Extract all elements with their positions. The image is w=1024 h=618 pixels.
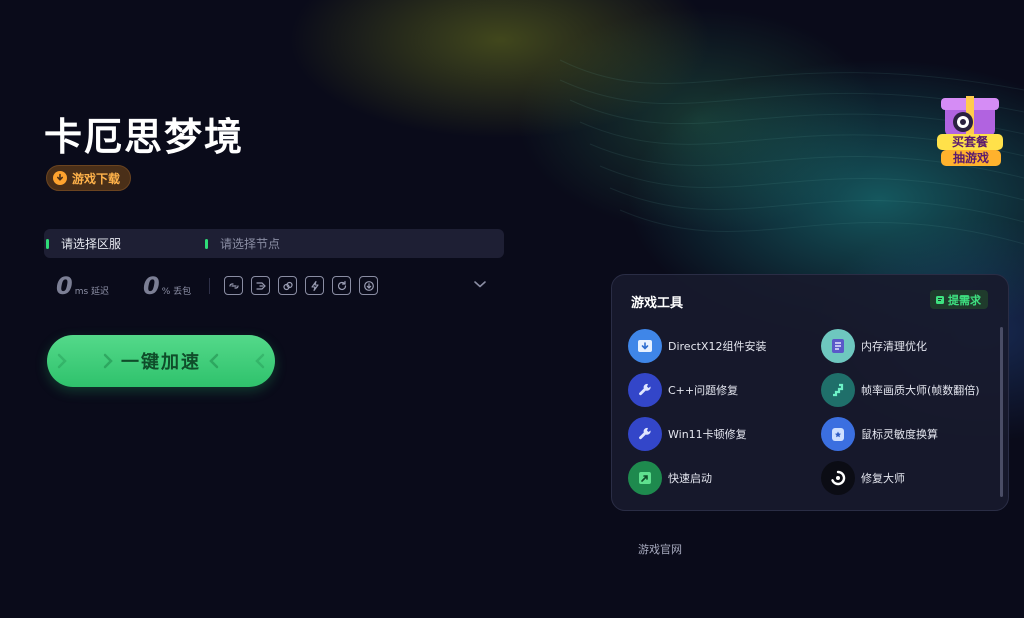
link-icon[interactable]	[224, 276, 243, 295]
node-indicator	[205, 238, 208, 249]
download-label: 游戏下载	[72, 171, 121, 186]
tool-item-label: 内存清理优化	[861, 340, 927, 353]
tool-item-label: 快速启动	[668, 472, 712, 485]
server-select[interactable]: 请选择区服	[44, 229, 205, 258]
packet-loss-stat: 0 % 丢包	[143, 272, 191, 300]
server-select-label: 请选择区服	[61, 237, 122, 251]
tool-item-memory-clean[interactable]: 内存清理优化	[821, 329, 927, 363]
game-title: 卡厄思梦境	[44, 115, 245, 159]
tool-item-label: 修复大师	[861, 472, 905, 485]
download-icon[interactable]	[359, 276, 378, 295]
tool-item-quick-launch[interactable]: 快速启动	[628, 461, 712, 495]
node-select-label: 请选择节点	[220, 237, 281, 251]
tool-item-mouse-sensitivity[interactable]: 鼠标灵敏度换算	[821, 417, 938, 451]
request-icon	[936, 295, 944, 304]
tool-item-directx[interactable]: DirectX12组件安装	[628, 329, 766, 363]
tool-item-label: Win11卡顿修复	[668, 428, 747, 441]
tools-scrollbar[interactable]	[1000, 327, 1003, 497]
directx-icon	[628, 329, 662, 363]
refresh-icon[interactable]	[332, 276, 351, 295]
chevron-right-icon	[57, 353, 67, 369]
latency-unit: ms 延迟	[74, 287, 110, 297]
tool-item-label: 帧率画质大师(帧数翻倍)	[861, 384, 980, 397]
chevron-right-icon	[103, 353, 113, 369]
chevron-left-icon	[209, 353, 219, 369]
latency-stat: 0 ms 延迟	[56, 272, 109, 300]
chevron-down-icon[interactable]	[473, 278, 487, 290]
tool-item-frame-rate[interactable]: 帧率画质大师(帧数翻倍)	[821, 373, 980, 407]
tool-item-label: 鼠标灵敏度换算	[861, 428, 938, 441]
tool-item-repair-master[interactable]: 修复大师	[821, 461, 905, 495]
server-indicator	[46, 238, 49, 249]
latency-value: 0	[56, 272, 73, 300]
wrench-icon	[628, 417, 662, 451]
multi-link-icon[interactable]	[278, 276, 297, 295]
repair-master-icon	[821, 461, 855, 495]
official-site-link[interactable]: 游戏官网	[638, 541, 682, 557]
tool-item-label: DirectX12组件安装	[668, 340, 767, 353]
loss-unit: % 丢包	[161, 287, 192, 297]
network-stats: 0 ms 延迟 0 % 丢包	[56, 272, 191, 300]
one-click-accelerate-button[interactable]: 一键加速	[47, 335, 275, 387]
game-tools-panel: 游戏工具 提需求 DirectX12组件安装 内存清理优化 C++问题修复 帧率…	[611, 274, 1009, 511]
download-circle-icon	[53, 171, 67, 185]
mouse-sensitivity-icon	[821, 417, 855, 451]
memory-clean-icon	[821, 329, 855, 363]
feature-request-button[interactable]: 提需求	[930, 290, 988, 309]
tool-item-cpp-repair[interactable]: C++问题修复	[628, 373, 738, 407]
quick-tool-icons	[224, 276, 378, 295]
tools-panel-title: 游戏工具	[631, 296, 684, 311]
game-download-button[interactable]: 游戏下载	[46, 165, 132, 191]
quick-launch-icon	[628, 461, 662, 495]
boost-icon[interactable]	[305, 276, 324, 295]
chevron-left-icon	[255, 353, 265, 369]
accelerate-label: 一键加速	[121, 352, 201, 373]
tool-item-win11-repair[interactable]: Win11卡顿修复	[628, 417, 747, 451]
loss-value: 0	[143, 272, 160, 300]
tool-item-label: C++问题修复	[668, 384, 739, 397]
request-label: 提需求	[948, 293, 981, 307]
frame-rate-icon	[821, 373, 855, 407]
promo-line2: 抽游戏	[953, 150, 989, 165]
region-selector-bar: 请选择区服 请选择节点	[44, 229, 504, 258]
node-select[interactable]: 请选择节点	[205, 229, 504, 258]
buy-plan-draw-game-badge[interactable]: 买套餐 抽游戏	[935, 92, 1005, 170]
wrench-icon	[628, 373, 662, 407]
stats-divider	[209, 278, 210, 294]
route-icon[interactable]	[251, 276, 270, 295]
promo-line1: 买套餐	[952, 134, 989, 149]
